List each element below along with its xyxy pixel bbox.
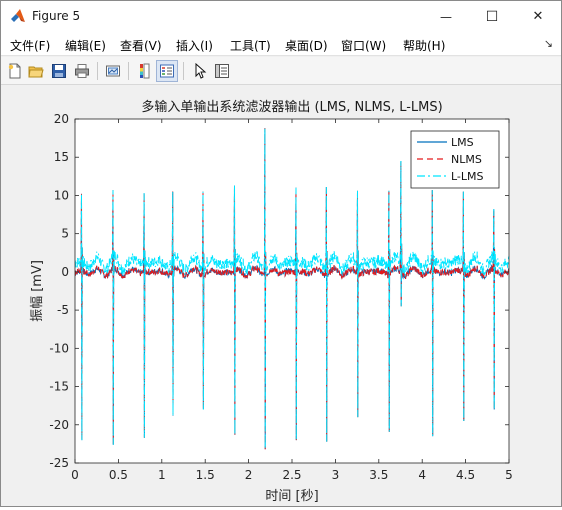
edit-plot-button[interactable]: [188, 60, 210, 82]
legend-button[interactable]: [156, 60, 178, 82]
figure-window: Figure 5 — ☐ ✕ 文件(F) 编辑(E) 查看(V) 插入(I) 工…: [0, 0, 562, 507]
menu-tools[interactable]: 工具(T): [230, 37, 271, 54]
y-tick-label: -15: [49, 380, 69, 394]
x-axis-label: 时间 [秒]: [265, 489, 318, 504]
minimize-icon: —: [440, 9, 452, 24]
y-axis-label: 振幅 [mV]: [30, 260, 45, 322]
menu-bar: 文件(F) 编辑(E) 查看(V) 插入(I) 工具(T) 桌面(D) 窗口(W…: [1, 32, 561, 56]
x-tick-label: 1: [158, 468, 166, 482]
legend-label: NLMS: [451, 153, 482, 166]
save-icon: [52, 64, 66, 78]
menu-desktop[interactable]: 桌面(D): [285, 37, 328, 54]
x-tick-label: 3: [332, 468, 340, 482]
menu-edit[interactable]: 编辑(E): [65, 37, 106, 54]
plot-svg[interactable]: 0 0.5 1 1.5 2 2.5 3 3.5 4 4.5 5 -25 -20 -15 -10 -5 0 5 10 1…: [1, 86, 561, 506]
minimize-button[interactable]: —: [423, 1, 469, 32]
edit-plot-pointer-icon: [195, 63, 207, 79]
y-tick-label: -25: [49, 456, 69, 470]
link-plot-button[interactable]: [102, 60, 124, 82]
menu-window[interactable]: 窗口(W): [341, 37, 386, 54]
y-tick-label: -20: [49, 418, 69, 432]
x-tick-label: 5: [505, 468, 513, 482]
title-bar[interactable]: Figure 5 — ☐ ✕: [1, 1, 561, 32]
y-tick-label: 15: [54, 150, 69, 164]
x-tick-label: 3.5: [369, 468, 388, 482]
link-plot-icon: [106, 65, 120, 77]
legend-icon: [160, 64, 174, 78]
property-inspector-button[interactable]: [211, 60, 233, 82]
x-tick-label: 0.5: [109, 468, 128, 482]
legend-label: LMS: [451, 136, 474, 149]
x-tick-label: 0: [71, 468, 79, 482]
menu-insert[interactable]: 插入(I): [176, 37, 213, 54]
menu-help[interactable]: 帮助(H): [403, 37, 445, 54]
new-figure-icon: [8, 63, 21, 79]
menu-file[interactable]: 文件(F): [10, 37, 50, 54]
y-tick-label: -10: [49, 341, 69, 355]
menu-overflow-icon[interactable]: ↘: [544, 37, 553, 50]
property-inspector-icon: [215, 64, 229, 78]
y-tick-label: 0: [61, 265, 69, 279]
toolbar-separator: [97, 62, 98, 80]
new-figure-button[interactable]: [4, 60, 26, 82]
toolbar-separator: [183, 62, 184, 80]
y-tick-label: -5: [57, 303, 69, 317]
maximize-icon: ☐: [485, 8, 499, 25]
x-tick-label: 4.5: [456, 468, 475, 482]
x-tick-label: 4: [418, 468, 426, 482]
colorbar-icon: [140, 63, 150, 79]
x-tick-label: 2: [245, 468, 253, 482]
y-tick-label: 5: [61, 227, 69, 241]
figure-toolbar: [1, 57, 561, 85]
save-button[interactable]: [48, 60, 70, 82]
open-file-icon: [28, 66, 44, 78]
y-tick-label: 20: [54, 112, 69, 126]
figure-canvas[interactable]: 0 0.5 1 1.5 2 2.5 3 3.5 4 4.5 5 -25 -20 -15 -10 -5 0 5 10 1…: [1, 86, 561, 506]
x-tick-label: 1.5: [196, 468, 215, 482]
print-icon: [75, 64, 89, 78]
legend[interactable]: LMS NLMS L-LMS: [410, 130, 500, 189]
print-button[interactable]: [71, 60, 93, 82]
menu-view[interactable]: 查看(V): [120, 37, 162, 54]
matlab-logo-icon: [10, 8, 26, 24]
x-tick-label: 2.5: [282, 468, 301, 482]
maximize-button[interactable]: ☐: [469, 1, 515, 32]
toolbar-separator: [128, 62, 129, 80]
y-tick-label: 10: [54, 188, 69, 202]
close-button[interactable]: ✕: [515, 1, 561, 32]
chart-title: 多输入单输出系统滤波器输出 (LMS, NLMS, L-LMS): [141, 99, 442, 115]
colorbar-button[interactable]: [133, 60, 155, 82]
legend-label: L-LMS: [451, 170, 484, 183]
open-file-button[interactable]: [25, 60, 47, 82]
window-title: Figure 5: [32, 9, 81, 23]
close-icon: ✕: [532, 9, 544, 24]
